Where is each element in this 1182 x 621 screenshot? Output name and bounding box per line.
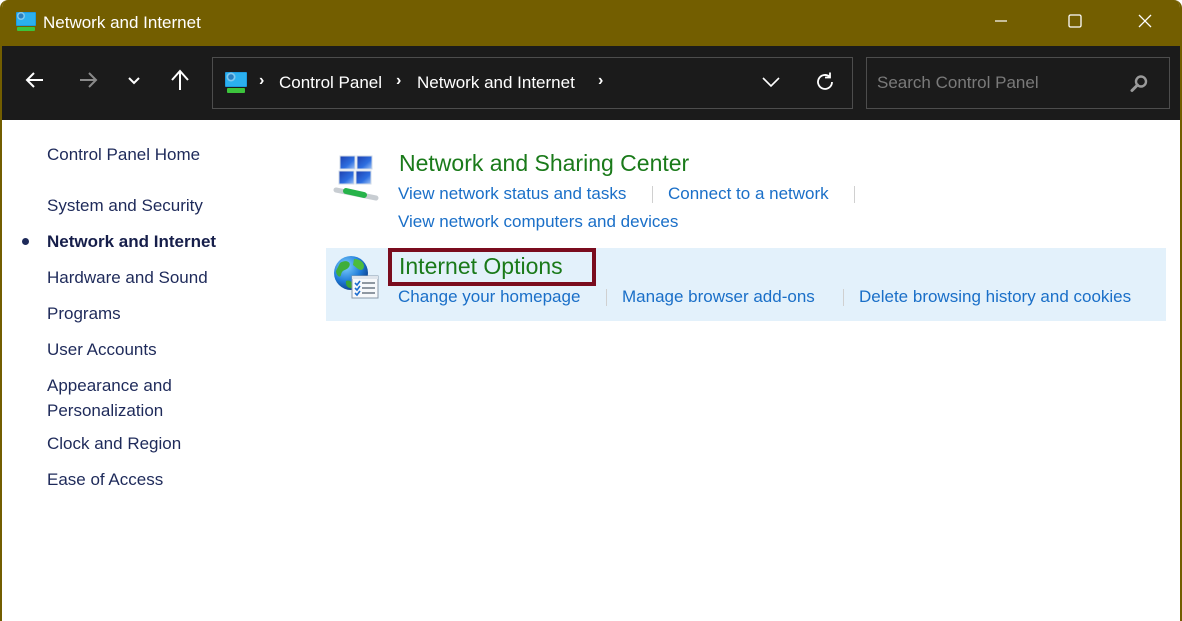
maximize-button[interactable] xyxy=(1040,0,1110,46)
sidebar-item-programs[interactable]: Programs xyxy=(47,301,121,326)
minimize-icon xyxy=(993,13,1009,34)
recent-locations-button[interactable] xyxy=(116,64,152,100)
internet-options-link[interactable]: Internet Options xyxy=(399,253,563,280)
sidebar-item-network-and-internet[interactable]: Network and Internet xyxy=(47,229,216,254)
sidebar-item-clock-and-region[interactable]: Clock and Region xyxy=(47,431,181,456)
network-sharing-icon[interactable] xyxy=(332,154,380,202)
breadcrumb-separator[interactable]: › xyxy=(598,72,603,90)
refresh-icon xyxy=(814,71,836,98)
search-icon[interactable] xyxy=(1129,74,1149,94)
sidebar-item-label-line-2: Personalization xyxy=(47,401,164,420)
breadcrumb-control-panel[interactable]: Control Panel xyxy=(279,73,382,93)
link-separator xyxy=(854,186,855,203)
close-icon xyxy=(1137,13,1153,34)
active-bullet xyxy=(22,238,29,245)
main-content: Network and Sharing Center View network … xyxy=(302,120,1180,621)
search-box[interactable] xyxy=(866,57,1170,109)
arrow-left-icon xyxy=(24,69,46,96)
view-network-status-link[interactable]: View network status and tasks xyxy=(398,184,626,204)
arrow-up-icon xyxy=(169,68,191,97)
search-input[interactable] xyxy=(877,70,1117,96)
arrow-right-icon xyxy=(77,69,99,96)
manage-browser-addons-link[interactable]: Manage browser add-ons xyxy=(622,287,815,307)
change-homepage-link[interactable]: Change your homepage xyxy=(398,287,580,307)
sidebar-item-ease-of-access[interactable]: Ease of Access xyxy=(47,467,163,492)
control-panel-icon xyxy=(223,71,249,95)
minimize-button[interactable] xyxy=(966,0,1036,46)
close-button[interactable] xyxy=(1110,0,1180,46)
sidebar-item-label-line-1: Appearance and xyxy=(47,376,172,395)
connect-to-network-link[interactable]: Connect to a network xyxy=(668,184,829,204)
forward-button[interactable] xyxy=(70,64,106,100)
link-separator xyxy=(843,289,844,306)
breadcrumb-separator[interactable]: › xyxy=(396,72,401,90)
internet-options-icon[interactable] xyxy=(332,253,380,301)
sidebar-item-hardware-and-sound[interactable]: Hardware and Sound xyxy=(47,265,208,290)
chevron-down-icon xyxy=(761,75,781,94)
navigation-bar: › Control Panel › Network and Internet › xyxy=(2,46,1180,120)
chevron-down-icon xyxy=(126,72,142,93)
sidebar-item-user-accounts[interactable]: User Accounts xyxy=(47,337,157,362)
control-panel-window: Network and Internet › Control Panel › N… xyxy=(0,0,1182,621)
delete-browsing-history-link[interactable]: Delete browsing history and cookies xyxy=(859,287,1131,307)
up-button[interactable] xyxy=(162,64,198,100)
breadcrumb-network-and-internet[interactable]: Network and Internet xyxy=(417,73,575,93)
link-separator xyxy=(606,289,607,306)
title-bar[interactable]: Network and Internet xyxy=(2,0,1180,46)
address-bar[interactable]: › Control Panel › Network and Internet › xyxy=(212,57,853,109)
window-title: Network and Internet xyxy=(43,13,201,32)
maximize-icon xyxy=(1067,13,1083,34)
sidebar: Control Panel Home System and Security N… xyxy=(2,120,302,621)
sidebar-item-appearance-and-personalization[interactable]: Appearance and Personalization xyxy=(47,373,172,423)
category-internet-options: Internet Options Change your homepage Ma… xyxy=(326,248,1166,321)
breadcrumb-separator[interactable]: › xyxy=(259,72,264,90)
control-panel-icon xyxy=(14,11,38,33)
address-history-button[interactable] xyxy=(757,70,785,98)
sidebar-item-system-and-security[interactable]: System and Security xyxy=(47,193,203,218)
view-network-computers-link[interactable]: View network computers and devices xyxy=(398,212,678,232)
sidebar-item-control-panel-home[interactable]: Control Panel Home xyxy=(47,142,200,167)
link-separator xyxy=(652,186,653,203)
back-button[interactable] xyxy=(17,64,53,100)
network-and-sharing-center-link[interactable]: Network and Sharing Center xyxy=(399,150,689,177)
refresh-button[interactable] xyxy=(811,70,839,98)
category-network-and-sharing-center: Network and Sharing Center View network … xyxy=(326,146,1166,241)
